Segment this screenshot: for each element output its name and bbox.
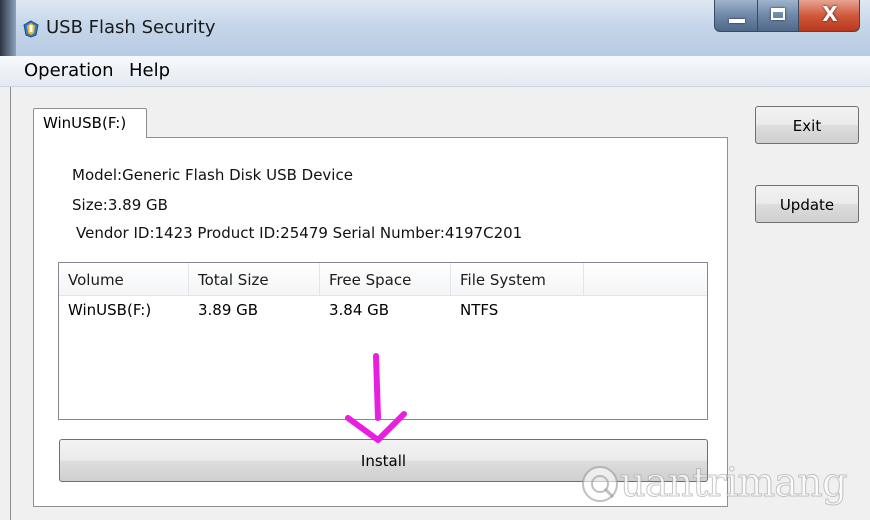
device-ids: Vendor ID:1423 Product ID:25479 Serial N… bbox=[76, 224, 523, 242]
tab-winusb[interactable]: WinUSB(F:) bbox=[33, 108, 147, 138]
maximize-button[interactable] bbox=[757, 0, 799, 32]
cell-total-size: 3.89 GB bbox=[198, 301, 259, 319]
close-button[interactable]: X bbox=[798, 0, 860, 32]
column-header-total-size[interactable]: Total Size bbox=[189, 263, 320, 295]
column-header-free-space[interactable]: Free Space bbox=[320, 263, 451, 295]
column-header-volume[interactable]: Volume bbox=[59, 263, 189, 295]
column-label: Total Size bbox=[198, 271, 269, 289]
tab-label: WinUSB(F:) bbox=[43, 114, 127, 132]
menu-operation[interactable]: Operation bbox=[24, 60, 114, 81]
cell-volume: WinUSB(F:) bbox=[68, 301, 152, 319]
menu-bar: Operation Help bbox=[0, 56, 870, 87]
menu-help[interactable]: Help bbox=[129, 60, 170, 81]
minimize-icon bbox=[729, 19, 745, 23]
annotation-arrow-icon bbox=[345, 353, 407, 443]
update-button[interactable]: Update bbox=[755, 185, 859, 223]
device-model: Model:Generic Flash Disk USB Device bbox=[72, 166, 353, 184]
update-label: Update bbox=[779, 196, 835, 214]
column-header-file-system[interactable]: File System bbox=[451, 263, 584, 295]
volume-list-header: Volume Total Size Free Space File System bbox=[59, 263, 707, 296]
window-title: USB Flash Security bbox=[46, 17, 216, 38]
install-button[interactable]: Install bbox=[59, 439, 708, 482]
cell-file-system: NTFS bbox=[460, 301, 499, 319]
usb-shield-app-icon bbox=[23, 20, 39, 38]
minimize-button[interactable] bbox=[714, 0, 758, 32]
column-label: Volume bbox=[68, 271, 124, 289]
title-bar[interactable]: USB Flash Security X bbox=[0, 0, 870, 56]
column-label: Free Space bbox=[329, 271, 412, 289]
device-size: Size:3.89 GB bbox=[72, 196, 168, 214]
cell-free-space: 3.84 GB bbox=[329, 301, 390, 319]
exit-label: Exit bbox=[792, 117, 822, 135]
close-icon: X bbox=[822, 2, 838, 26]
title-bar-edge bbox=[0, 0, 16, 56]
app-window: USB Flash Security X Operation Help WinU… bbox=[0, 0, 870, 520]
maximize-icon bbox=[771, 8, 785, 20]
exit-button[interactable]: Exit bbox=[755, 106, 859, 144]
column-label: File System bbox=[460, 271, 546, 289]
install-label: Install bbox=[360, 452, 407, 470]
